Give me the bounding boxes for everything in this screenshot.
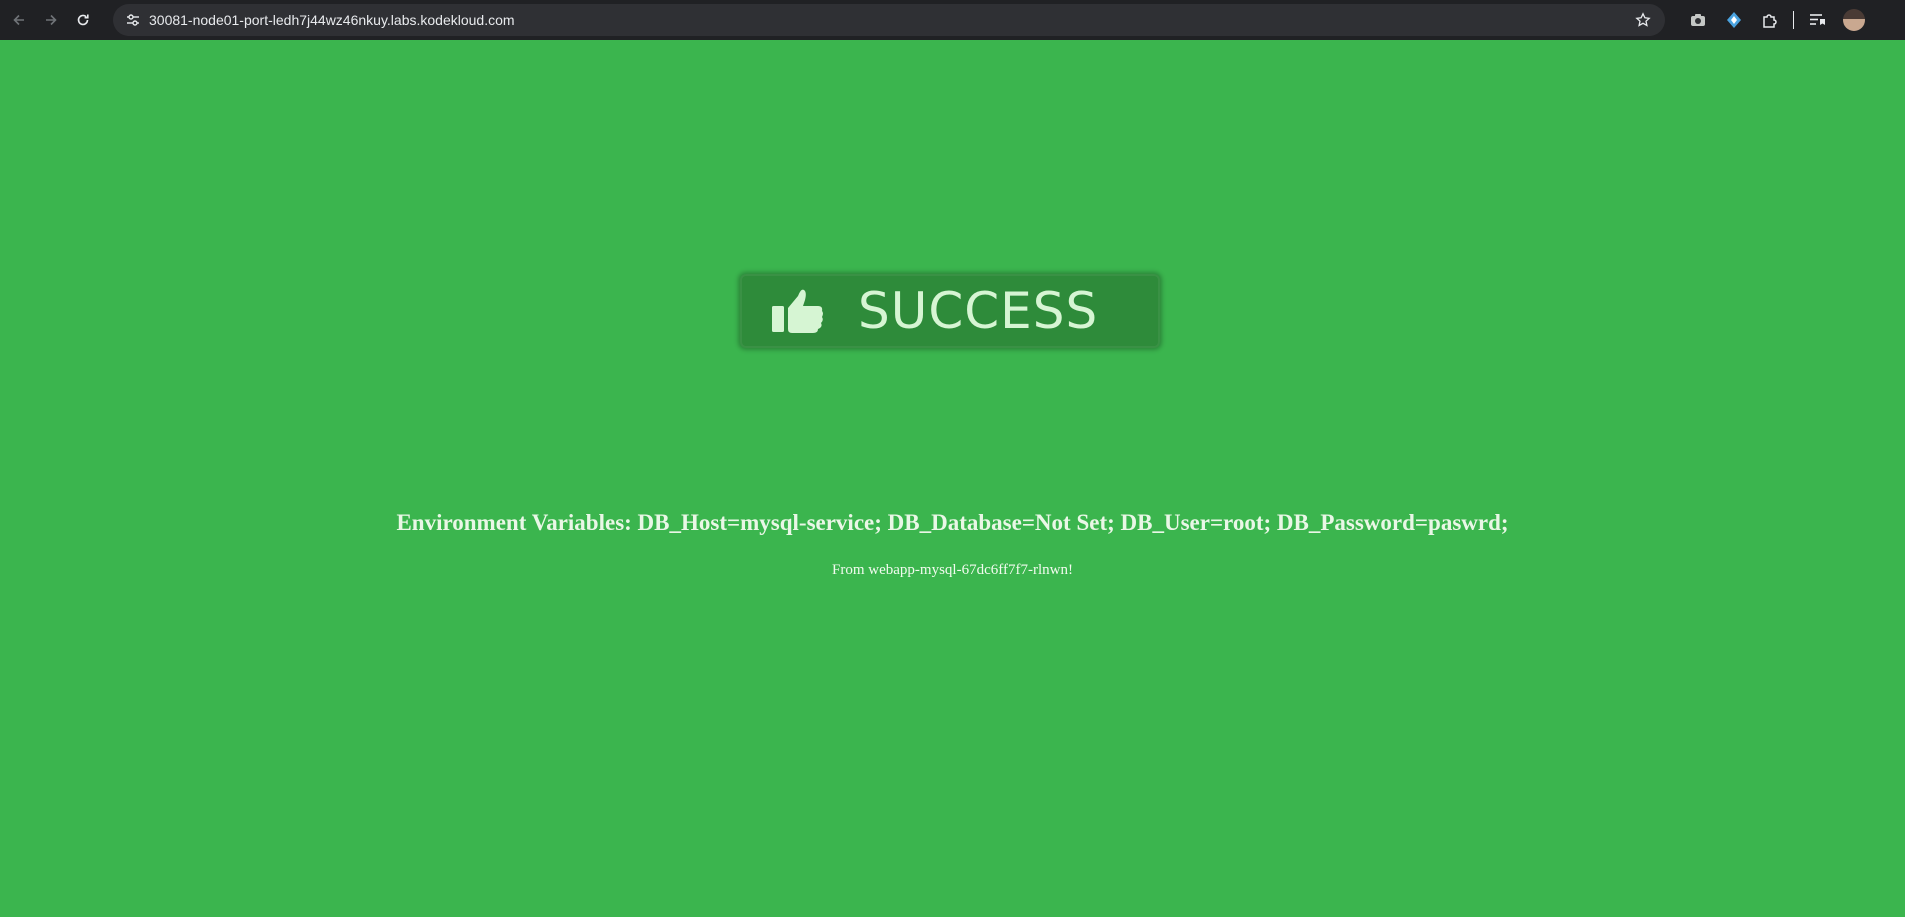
environment-variables-heading: Environment Variables: DB_Host=mysql-ser… [396,510,1509,535]
toolbar-separator [1793,11,1794,29]
success-badge: SUCCESS [740,274,1160,348]
address-bar[interactable]: 30081-node01-port-ledh7j44wz46nkuy.labs.… [113,4,1665,36]
toolbar-extensions [1680,0,1865,40]
forward-arrow-icon[interactable] [38,7,64,33]
thumbs-up-icon [768,283,828,339]
page-content: SUCCESS Environment Variables: DB_Host=m… [0,40,1905,917]
back-arrow-icon[interactable] [6,7,32,33]
reload-icon[interactable] [70,7,96,33]
extension-shield-icon[interactable] [1723,9,1745,31]
avatar[interactable] [1843,9,1865,31]
browser-toolbar: 30081-node01-port-ledh7j44wz46nkuy.labs.… [0,0,1905,40]
bookmark-star-icon[interactable] [1633,10,1653,30]
extension-puzzle-icon[interactable] [1759,9,1781,31]
reading-list-icon[interactable] [1806,9,1828,31]
success-label: SUCCESS [858,282,1099,340]
camera-icon[interactable] [1687,9,1709,31]
url-text[interactable]: 30081-node01-port-ledh7j44wz46nkuy.labs.… [149,12,515,28]
host-source-text: From webapp-mysql-67dc6ff7f7-rlnwn! [832,562,1073,578]
site-info-icon[interactable] [123,10,143,30]
